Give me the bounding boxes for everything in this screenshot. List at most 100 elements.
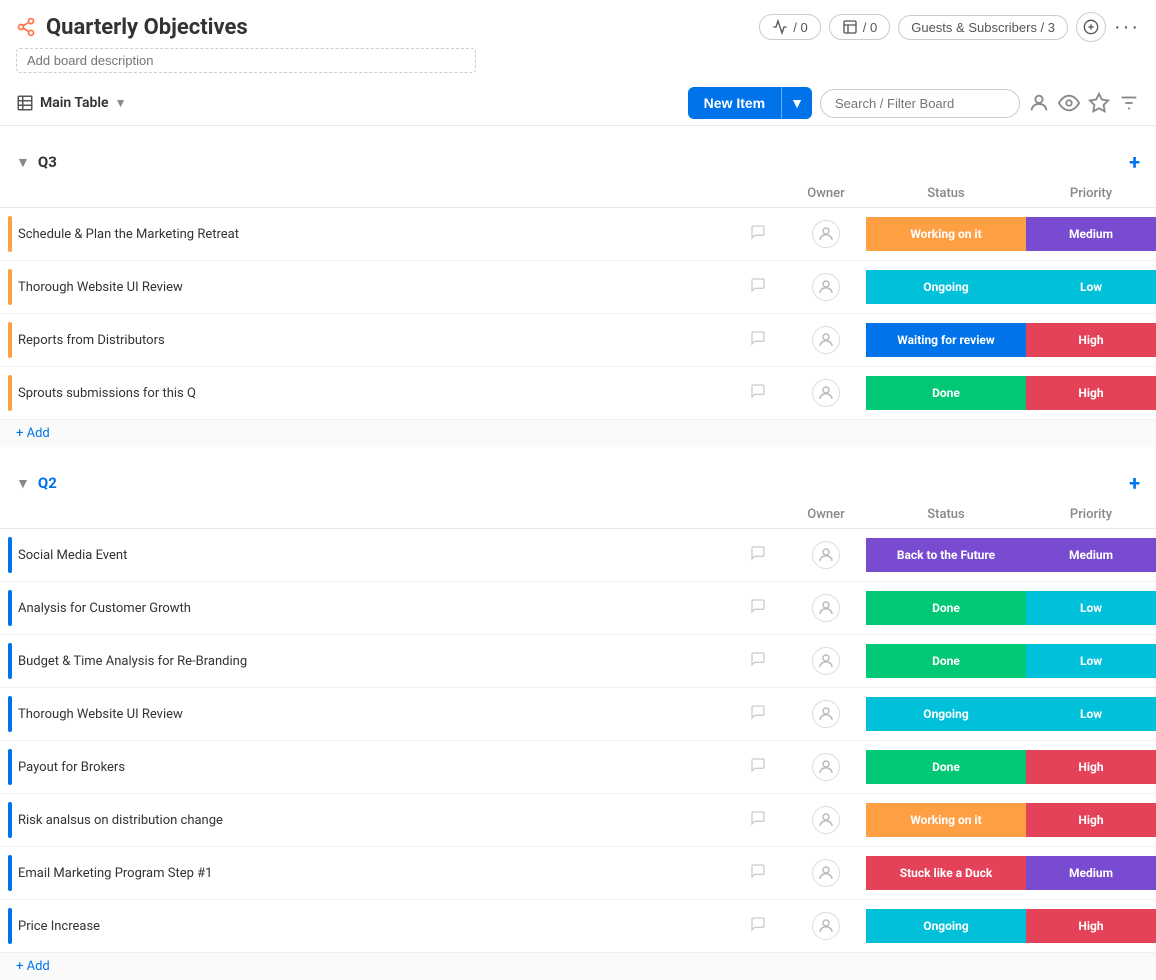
pulse-counter-btn[interactable]: / 0: [759, 14, 820, 40]
share-icon[interactable]: [16, 17, 36, 37]
item-name[interactable]: Social Media Event: [18, 548, 738, 563]
item-name[interactable]: Risk analsus on distribution change: [18, 813, 738, 828]
avatar[interactable]: [812, 326, 840, 354]
priority-badge[interactable]: High: [1026, 376, 1156, 410]
chat-icon[interactable]: [750, 225, 766, 244]
item-name[interactable]: Budget & Time Analysis for Re-Branding: [18, 654, 738, 669]
chat-icon[interactable]: [750, 811, 766, 830]
priority-badge[interactable]: High: [1026, 323, 1156, 357]
status-badge[interactable]: Working on it: [866, 217, 1026, 251]
col-header-status: Status: [866, 180, 1026, 208]
item-name[interactable]: Analysis for Customer Growth: [18, 601, 738, 616]
avatar[interactable]: [812, 859, 840, 887]
new-item-dropdown-btn[interactable]: ▼: [781, 87, 812, 119]
group-q2-chevron[interactable]: ▼: [16, 475, 30, 492]
group-q3-header: ▼Q3+: [0, 144, 1156, 180]
pulse-counter-label: / 0: [793, 20, 807, 35]
priority-badge[interactable]: Low: [1026, 697, 1156, 731]
priority-badge[interactable]: High: [1026, 750, 1156, 784]
priority-badge[interactable]: Medium: [1026, 856, 1156, 890]
status-badge[interactable]: Ongoing: [866, 909, 1026, 943]
status-badge[interactable]: Ongoing: [866, 270, 1026, 304]
avatar[interactable]: [812, 379, 840, 407]
search-input[interactable]: [820, 89, 1020, 118]
status-badge[interactable]: Done: [866, 644, 1026, 678]
page-title: Quarterly Objectives: [46, 15, 248, 40]
priority-badge[interactable]: Medium: [1026, 538, 1156, 572]
filter-btn[interactable]: [1118, 92, 1140, 114]
priority-badge[interactable]: High: [1026, 909, 1156, 943]
group-q2-title: Q2: [38, 474, 57, 492]
table-row: Schedule & Plan the Marketing Retreat Wor…: [0, 208, 1156, 261]
color-bar: [8, 802, 12, 838]
chat-icon[interactable]: [750, 652, 766, 671]
board-desc-input[interactable]: [16, 48, 476, 73]
profile-btn[interactable]: [1028, 92, 1050, 114]
item-name[interactable]: Email Marketing Program Step #1: [18, 866, 738, 881]
chat-icon[interactable]: [750, 917, 766, 936]
invite-btn[interactable]: [1076, 12, 1106, 42]
status-badge[interactable]: Done: [866, 376, 1026, 410]
group-q2-add-row-btn[interactable]: + Add: [0, 953, 1156, 980]
avatar[interactable]: [812, 273, 840, 301]
chat-icon[interactable]: [750, 331, 766, 350]
activity-counter-btn[interactable]: / 0: [829, 14, 890, 40]
guests-btn[interactable]: Guests & Subscribers / 3: [898, 15, 1068, 40]
status-badge[interactable]: Working on it: [866, 803, 1026, 837]
priority-badge[interactable]: Low: [1026, 644, 1156, 678]
avatar[interactable]: [812, 912, 840, 940]
priority-badge[interactable]: High: [1026, 803, 1156, 837]
toolbar-right: New Item ▼: [688, 87, 1140, 119]
status-badge[interactable]: Done: [866, 750, 1026, 784]
avatar[interactable]: [812, 541, 840, 569]
item-name[interactable]: Price Increase: [18, 919, 738, 934]
avatar[interactable]: [812, 700, 840, 728]
status-badge[interactable]: Done: [866, 591, 1026, 625]
item-name[interactable]: Thorough Website UI Review: [18, 280, 738, 295]
item-name[interactable]: Reports from Distributors: [18, 333, 738, 348]
more-options-btn[interactable]: ···: [1114, 16, 1140, 39]
avatar[interactable]: [812, 806, 840, 834]
group-q3-add-row-btn[interactable]: + Add: [0, 420, 1156, 447]
group-q3-add-col-btn[interactable]: +: [1129, 150, 1140, 174]
priority-badge[interactable]: Low: [1026, 270, 1156, 304]
priority-badge[interactable]: Medium: [1026, 217, 1156, 251]
pin-btn[interactable]: [1088, 92, 1110, 114]
table-row: Email Marketing Program Step #1 Stuck lik…: [0, 847, 1156, 900]
top-actions: / 0 / 0 Guests & Subscribers / 3 ···: [759, 12, 1140, 42]
item-name[interactable]: Thorough Website UI Review: [18, 707, 738, 722]
table-label[interactable]: Main Table ▼: [16, 94, 126, 112]
chat-icon[interactable]: [750, 758, 766, 777]
item-name[interactable]: Sprouts submissions for this Q: [18, 386, 738, 401]
item-name[interactable]: Schedule & Plan the Marketing Retreat: [18, 227, 738, 242]
group-q2-add-col-btn[interactable]: +: [1129, 471, 1140, 495]
status-badge[interactable]: Stuck like a Duck: [866, 856, 1026, 890]
avatar[interactable]: [812, 753, 840, 781]
status-badge[interactable]: Waiting for review: [866, 323, 1026, 357]
chat-icon[interactable]: [750, 278, 766, 297]
priority-badge[interactable]: Low: [1026, 591, 1156, 625]
avatar[interactable]: [812, 647, 840, 675]
status-badge[interactable]: Back to the Future: [866, 538, 1026, 572]
item-name[interactable]: Payout for Brokers: [18, 760, 738, 775]
group-q3-chevron[interactable]: ▼: [16, 154, 30, 171]
chat-icon[interactable]: [750, 546, 766, 565]
color-bar: [8, 590, 12, 626]
guests-label: Guests & Subscribers / 3: [911, 20, 1055, 35]
col-header-owner: Owner: [786, 180, 866, 208]
chat-icon[interactable]: [750, 599, 766, 618]
status-badge[interactable]: Ongoing: [866, 697, 1026, 731]
new-item-btn[interactable]: New Item: [688, 87, 781, 119]
eye-btn[interactable]: [1058, 92, 1080, 114]
avatar[interactable]: [812, 220, 840, 248]
avatar[interactable]: [812, 594, 840, 622]
chat-icon[interactable]: [750, 384, 766, 403]
table-row: Reports from Distributors Waiting for rev…: [0, 314, 1156, 367]
chat-icon[interactable]: [750, 864, 766, 883]
col-header-status: Status: [866, 501, 1026, 529]
color-bar: [8, 696, 12, 732]
table-row: Social Media Event Back to the FutureMedi…: [0, 529, 1156, 582]
group-q2: ▼Q2+OwnerStatusPrioritySocial Media Even…: [0, 465, 1156, 980]
board-desc-area: [0, 46, 1156, 81]
chat-icon[interactable]: [750, 705, 766, 724]
